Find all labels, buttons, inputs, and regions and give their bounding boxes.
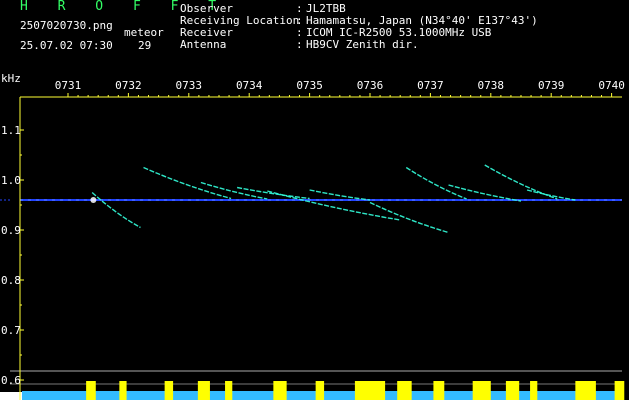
level-burst [273,381,287,400]
time-tick-label: 0739 [538,79,565,92]
level-burst [354,381,386,400]
meteor-echo-trace [526,189,576,201]
level-burst [397,381,412,400]
meteor-echo-trace [405,166,467,200]
meteor-head-spot [90,197,97,203]
level-burst [433,381,445,400]
meteor-count: 29 [138,39,152,52]
freq-tick-label: 0.8 [1,274,21,287]
time-tick-label: 0732 [115,79,142,92]
level-burst [575,381,596,400]
time-tick-label: 0735 [296,79,323,92]
level-burst [472,381,491,400]
level-burst [119,381,127,400]
level-burst [197,381,210,400]
observation-datetime: 25.07.02 07:30 [20,39,113,52]
meteor-echo-trace [448,184,522,202]
meteor-echo-trace [91,191,141,229]
level-burst [225,381,233,400]
freq-tick-label: 0.6 [1,374,21,387]
time-tick-label: 0731 [55,79,82,92]
time-tick-label: 0740 [598,79,625,92]
freq-tick-label: 0.9 [1,224,21,237]
freq-tick-label: 0.7 [1,324,21,337]
level-burst [315,381,325,400]
time-tick-label: 0736 [357,79,384,92]
file-name: 2507020730.png [20,19,113,32]
time-tick-label: 0737 [417,79,444,92]
level-burst [86,381,96,400]
meteor-echo-trace [143,166,232,200]
meteor-echo-trace [309,189,371,201]
antenna-colon: : [296,38,303,51]
freq-tick-label: 1.0 [1,174,21,187]
meteor-echo-trace [267,190,401,221]
spectrogram-plot: 0731 0732 0733 0734 0735 0736 0737 0738 0739 0740… [0,72,625,400]
time-tick-label: 0733 [176,79,203,92]
antenna-value: HB9CV Zenith dir. [306,38,419,51]
level-baseline-white [0,392,22,400]
freq-axis-label: kHz [1,72,21,85]
freq-tick-label: 1.1 [1,124,21,137]
level-burst [164,381,174,400]
time-tick-label: 0734 [236,79,263,92]
meteor-label: meteor [124,26,164,39]
level-burst [614,381,625,400]
time-tick-label: 0738 [478,79,505,92]
antenna-label: Antenna [180,38,227,51]
meteor-echo-trace [236,186,310,200]
level-burst [505,381,520,400]
level-burst [530,381,538,400]
